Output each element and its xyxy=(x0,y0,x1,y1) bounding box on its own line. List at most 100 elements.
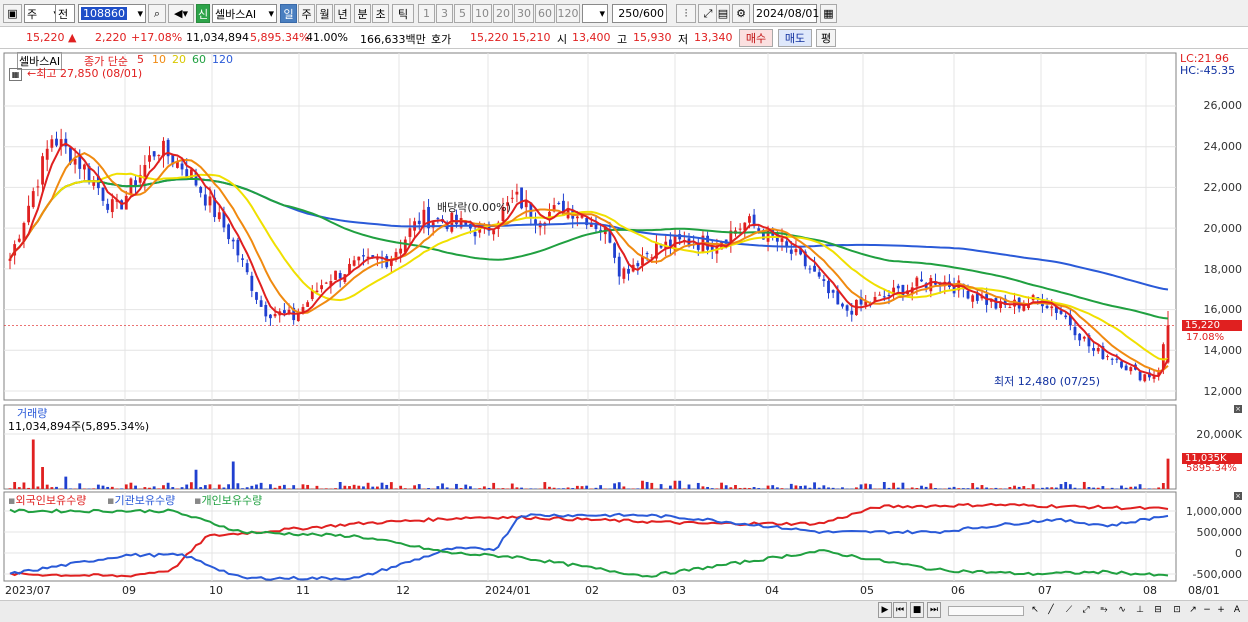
minute-5-button[interactable]: 5 xyxy=(454,4,471,23)
stop-icon[interactable]: ■ xyxy=(910,602,924,618)
volume-bar xyxy=(50,487,53,489)
volume-bar xyxy=(483,486,486,489)
interval-select[interactable]: ▾ xyxy=(582,4,608,23)
date-input[interactable]: 2024/08/01 xyxy=(753,4,817,23)
volume-bar xyxy=(734,485,737,489)
scroll-right-icon[interactable]: ▶ xyxy=(878,602,892,618)
volume-bar xyxy=(808,488,811,489)
minute-60-button[interactable]: 60 xyxy=(535,4,555,23)
volume-bar xyxy=(585,486,588,489)
low-note: 최저 12,480 (07/25) xyxy=(994,373,1100,389)
volume-bar xyxy=(1064,482,1067,489)
minute-30-button[interactable]: 30 xyxy=(514,4,534,23)
speaker-icon[interactable]: ◀▾ xyxy=(168,4,194,23)
minute-10-button[interactable]: 10 xyxy=(472,4,492,23)
chevron-down-icon: ▾ xyxy=(268,7,274,20)
candle-body xyxy=(41,156,44,184)
volume-bar xyxy=(250,486,253,489)
eval-button[interactable]: 평 xyxy=(816,29,836,47)
close-icon[interactable]: × xyxy=(1234,405,1242,413)
period-minute-button[interactable]: 분 xyxy=(354,4,371,23)
up-arrow-icon: ▲ xyxy=(68,31,76,44)
buy-button[interactable]: 매수 xyxy=(739,29,773,47)
period-month-button[interactable]: 월 xyxy=(316,4,333,23)
x-tick: 2024/01 xyxy=(485,584,531,597)
volume-bar xyxy=(902,483,905,489)
minute-120-button[interactable]: 120 xyxy=(556,4,580,23)
channel-tool-icon[interactable]: ⤢ xyxy=(1079,602,1093,618)
period-week-button[interactable]: 주 xyxy=(298,4,315,23)
sell-button[interactable]: 매도 xyxy=(778,29,812,47)
volume-bar xyxy=(599,485,602,489)
save-icon[interactable]: ▤ xyxy=(716,4,730,23)
volume-bar xyxy=(399,486,402,489)
price-tick: 18,000 xyxy=(1204,263,1243,276)
close-icon[interactable]: × xyxy=(1234,492,1242,500)
fib-tool-icon[interactable]: ⥱ xyxy=(1097,602,1111,618)
candle-body xyxy=(255,292,258,300)
chart-area: 셀바스AI 종가 단순 5 10 20 60 120 ▦ ←최고 27,850 … xyxy=(0,49,1248,621)
candle-type-icon[interactable]: ⫶ xyxy=(676,4,696,23)
ma20-line xyxy=(10,174,1168,360)
mode-select[interactable]: 전 xyxy=(55,4,75,23)
draw-tool-icon[interactable]: ⤢ xyxy=(698,4,718,23)
x-tick: 12 xyxy=(396,584,410,597)
candle-body xyxy=(181,164,184,170)
line-tool-icon[interactable]: ╱ xyxy=(1044,602,1058,618)
eraser-tool-icon[interactable]: ⊡ xyxy=(1170,602,1184,618)
code-input[interactable]: 108860▾ xyxy=(78,4,146,23)
marker-tool-icon[interactable]: ⊟ xyxy=(1151,602,1165,618)
period-tick-button[interactable]: 틱 xyxy=(392,4,414,23)
calendar-icon[interactable]: ▦ xyxy=(820,4,837,23)
volume-bar xyxy=(1101,486,1104,489)
volume-bar xyxy=(948,488,951,489)
volume-bar xyxy=(1125,488,1128,489)
amount-value: 166,633백만 xyxy=(360,31,426,47)
current-price-pct: 17.08% xyxy=(1186,332,1224,343)
volume-bar xyxy=(260,483,263,489)
period-day-button[interactable]: 일 xyxy=(280,4,297,23)
period-second-button[interactable]: 초 xyxy=(372,4,389,23)
candle-body xyxy=(232,240,235,242)
rewind-icon[interactable]: ⏮ xyxy=(893,602,907,618)
zoom-out-icon[interactable]: − xyxy=(1200,602,1214,618)
gear-icon[interactable]: ⚙ xyxy=(732,4,750,23)
volume-bar xyxy=(925,487,928,489)
volume-bar xyxy=(781,488,784,489)
candle-body xyxy=(995,298,998,308)
volume-bar xyxy=(143,487,146,489)
text-tool-icon[interactable]: ∿ xyxy=(1115,602,1129,618)
zoom-slider[interactable] xyxy=(948,606,1024,616)
calendar-icon[interactable]: ▦ xyxy=(9,68,22,81)
trend-tool-icon[interactable]: ↗ xyxy=(1186,602,1200,618)
minute-20-button[interactable]: 20 xyxy=(493,4,513,23)
count-input[interactable]: 250/600 xyxy=(612,4,667,23)
minute-3-button[interactable]: 3 xyxy=(436,4,453,23)
candle-body xyxy=(929,278,932,291)
auto-scale-icon[interactable]: A xyxy=(1230,602,1244,618)
candle-body xyxy=(1092,348,1095,351)
candle-body xyxy=(46,149,49,160)
search-icon[interactable]: ⌕ xyxy=(148,4,166,23)
period-year-button[interactable]: 년 xyxy=(334,4,351,23)
high-label: 고 xyxy=(617,31,627,47)
volume-bar xyxy=(236,483,239,489)
volume-bar xyxy=(455,484,458,489)
current-price-tag: 15,220 xyxy=(1182,320,1242,331)
volume-bar xyxy=(1046,487,1049,489)
shape-tool-icon[interactable]: ⊥ xyxy=(1133,602,1147,618)
volume-bar xyxy=(985,488,988,489)
volume-bar xyxy=(78,483,81,489)
window-icon[interactable]: ▣ xyxy=(3,4,22,23)
fast-forward-icon[interactable]: ⏭ xyxy=(927,602,941,618)
change-value: 2,220 xyxy=(95,31,127,44)
low-label: 저 xyxy=(678,31,688,47)
x-tick: 08/01 xyxy=(1188,584,1220,597)
stock-name-select[interactable]: 셀바스AI▾ xyxy=(212,4,277,23)
volume-bar xyxy=(274,488,277,489)
cursor-icon[interactable]: ↖ xyxy=(1028,602,1042,618)
count-total: /600 xyxy=(639,7,664,20)
zoom-in-icon[interactable]: + xyxy=(1214,602,1228,618)
minute-1-button[interactable]: 1 xyxy=(418,4,435,23)
ray-tool-icon[interactable]: ⟋ xyxy=(1062,602,1076,618)
